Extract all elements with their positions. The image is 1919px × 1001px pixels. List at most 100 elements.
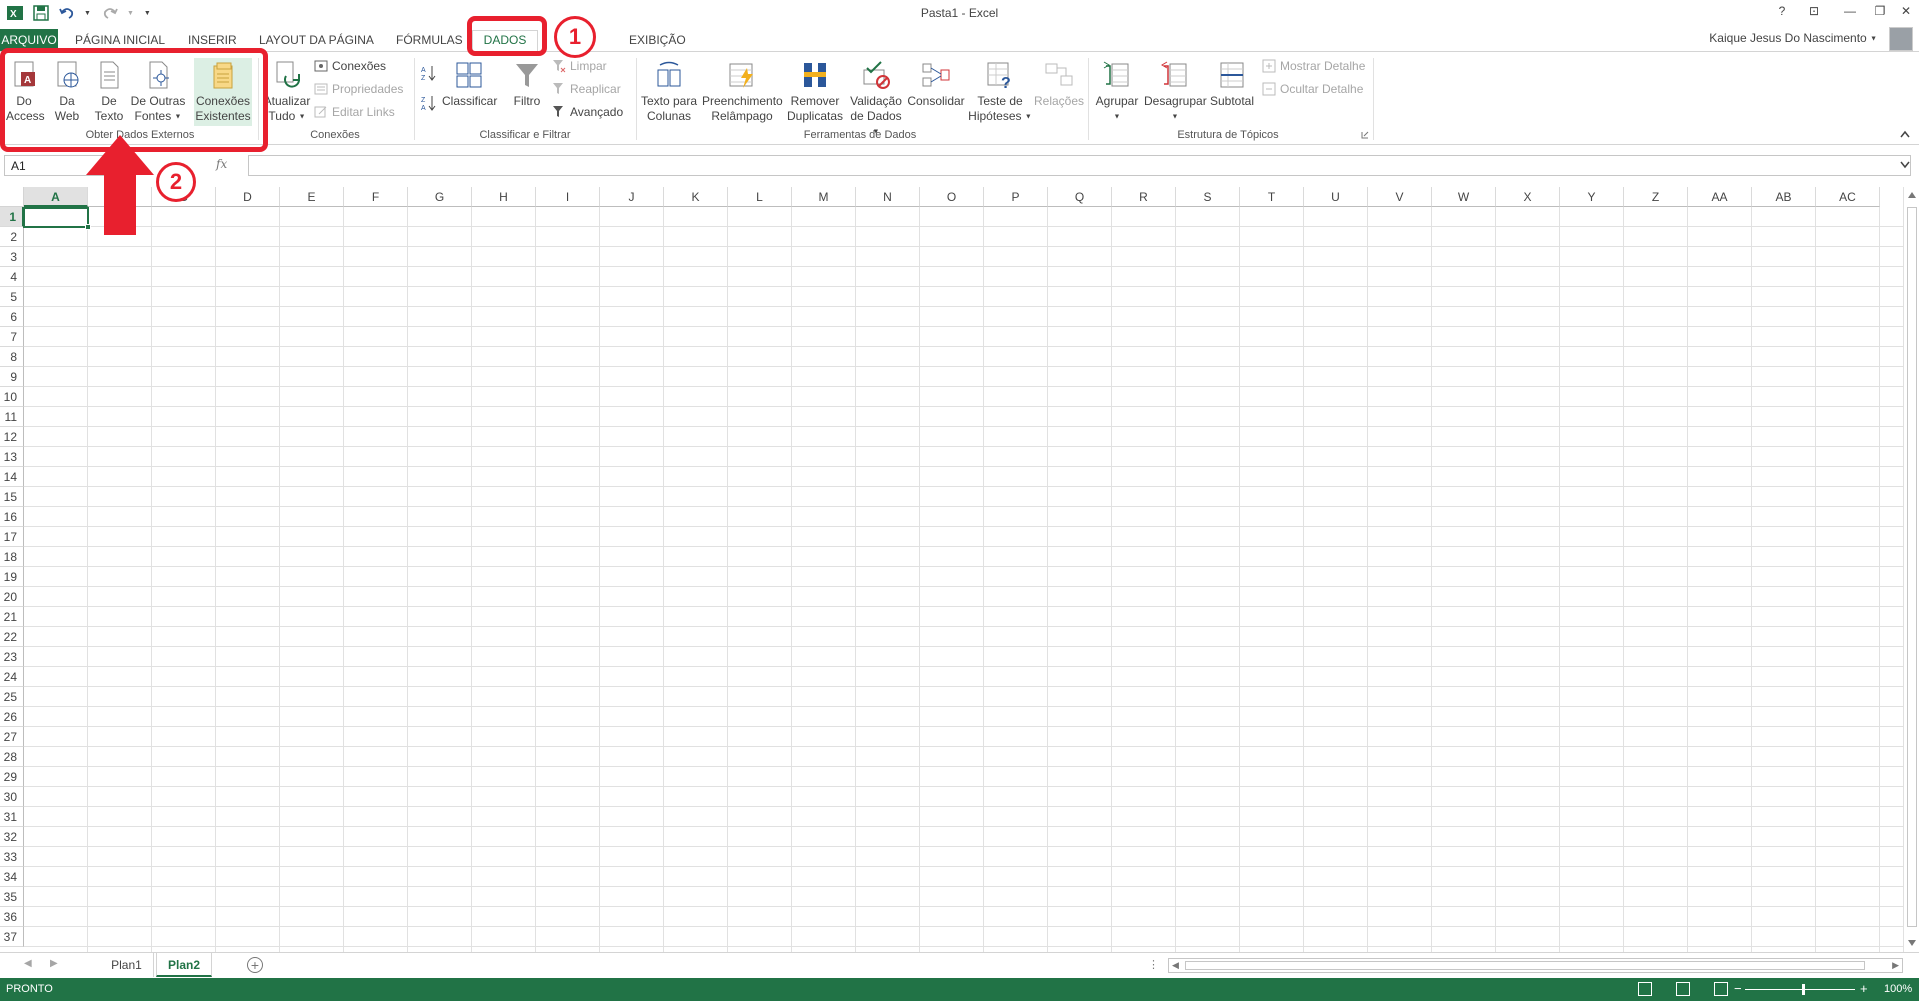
row-header[interactable]: 27 bbox=[0, 727, 24, 747]
user-name[interactable]: Kaique Jesus Do Nascimento ▼ bbox=[1709, 31, 1877, 45]
consolidar-button[interactable]: Consolidar bbox=[906, 60, 966, 109]
column-header[interactable]: L bbox=[728, 187, 792, 207]
row-header[interactable]: 29 bbox=[0, 767, 24, 787]
scroll-up-icon[interactable] bbox=[1907, 191, 1917, 199]
column-header[interactable]: O bbox=[920, 187, 984, 207]
row-header[interactable]: 36 bbox=[0, 907, 24, 927]
cell-area[interactable] bbox=[24, 207, 1903, 952]
column-header[interactable]: AC bbox=[1816, 187, 1880, 207]
zoom-slider[interactable] bbox=[1745, 989, 1855, 990]
row-header[interactable]: 10 bbox=[0, 387, 24, 407]
column-header[interactable]: Q bbox=[1048, 187, 1112, 207]
column-header[interactable]: W bbox=[1432, 187, 1496, 207]
column-header[interactable]: H bbox=[472, 187, 536, 207]
column-header[interactable]: S bbox=[1176, 187, 1240, 207]
row-header[interactable]: 31 bbox=[0, 807, 24, 827]
row-header[interactable]: 17 bbox=[0, 527, 24, 547]
teste-de-hipoteses-button[interactable]: ? Teste de Hipóteses ▼ bbox=[968, 60, 1032, 124]
row-header[interactable]: 2 bbox=[0, 227, 24, 247]
subtotal-button[interactable]: Subtotal bbox=[1208, 60, 1256, 109]
row-header[interactable]: 28 bbox=[0, 747, 24, 767]
sort-a-to-z-icon[interactable]: AZ bbox=[420, 64, 438, 82]
column-header[interactable]: N bbox=[856, 187, 920, 207]
row-header[interactable]: 13 bbox=[0, 447, 24, 467]
sheet-tab-plan2[interactable]: Plan2 bbox=[156, 953, 212, 977]
ocultar-detalhe-button[interactable]: Ocultar Detalhe bbox=[1262, 80, 1363, 98]
row-header[interactable]: 7 bbox=[0, 327, 24, 347]
scroll-down-icon[interactable] bbox=[1907, 939, 1917, 947]
expand-formula-bar-icon[interactable] bbox=[1900, 161, 1910, 169]
column-header[interactable]: T bbox=[1240, 187, 1304, 207]
column-header[interactable]: U bbox=[1304, 187, 1368, 207]
next-sheet-icon[interactable]: ▶ bbox=[50, 958, 58, 969]
classificar-button[interactable]: Classificar bbox=[442, 60, 497, 109]
restore-button[interactable]: ❐ bbox=[1866, 4, 1894, 22]
tab-layout-da-pagina[interactable]: LAYOUT DA PÁGINA bbox=[259, 31, 374, 50]
column-header[interactable]: X bbox=[1496, 187, 1560, 207]
minimize-button[interactable]: — bbox=[1836, 4, 1864, 22]
column-header[interactable]: D bbox=[216, 187, 280, 207]
zoom-level[interactable]: 100% bbox=[1884, 983, 1912, 995]
row-header[interactable]: 16 bbox=[0, 507, 24, 527]
row-header[interactable]: 11 bbox=[0, 407, 24, 427]
editar-links-button[interactable]: Editar Links bbox=[314, 103, 395, 121]
insert-function-button[interactable]: fx bbox=[216, 157, 227, 171]
tab-split-handle-icon[interactable]: ⋮ bbox=[1148, 958, 1159, 971]
column-header[interactable]: AA bbox=[1688, 187, 1752, 207]
active-cell-a1[interactable] bbox=[23, 207, 89, 228]
vertical-scroll-thumb[interactable] bbox=[1907, 207, 1917, 927]
row-header[interactable]: 30 bbox=[0, 787, 24, 807]
sort-z-to-a-icon[interactable]: ZA bbox=[420, 94, 438, 112]
limpar-button[interactable]: Limpar bbox=[552, 57, 607, 75]
mostrar-detalhe-button[interactable]: Mostrar Detalhe bbox=[1262, 57, 1365, 75]
column-header[interactable]: E bbox=[280, 187, 344, 207]
row-header[interactable]: 14 bbox=[0, 467, 24, 487]
desagrupar-button[interactable]: Desagrupar ▼ bbox=[1144, 60, 1207, 124]
column-header[interactable]: F bbox=[344, 187, 408, 207]
ribbon-display-options-icon[interactable]: ⊡ bbox=[1800, 4, 1828, 22]
row-header[interactable]: 9 bbox=[0, 367, 24, 387]
row-header[interactable]: 1 bbox=[0, 207, 24, 227]
column-header[interactable]: V bbox=[1368, 187, 1432, 207]
validacao-de-dados-button[interactable]: Validação de Dados ▼ bbox=[848, 60, 904, 139]
row-header[interactable]: 23 bbox=[0, 647, 24, 667]
row-header[interactable]: 32 bbox=[0, 827, 24, 847]
zoom-slider-thumb[interactable] bbox=[1802, 984, 1805, 995]
add-sheet-button[interactable]: + bbox=[247, 957, 263, 973]
horizontal-scrollbar[interactable]: ◀ ▶ bbox=[1168, 958, 1903, 973]
column-header[interactable]: I bbox=[536, 187, 600, 207]
page-layout-view-icon[interactable] bbox=[1676, 982, 1690, 996]
column-header[interactable]: P bbox=[984, 187, 1048, 207]
column-header[interactable]: K bbox=[664, 187, 728, 207]
remover-duplicatas-button[interactable]: Remover Duplicatas bbox=[784, 60, 846, 124]
column-header[interactable]: A bbox=[24, 187, 88, 207]
row-header[interactable]: 22 bbox=[0, 627, 24, 647]
row-header[interactable]: 5 bbox=[0, 287, 24, 307]
preenchimento-relampago-button[interactable]: Preenchimento Relâmpago bbox=[702, 60, 783, 124]
row-header[interactable]: 20 bbox=[0, 587, 24, 607]
formula-input[interactable] bbox=[248, 155, 1911, 176]
help-button[interactable]: ? bbox=[1768, 4, 1796, 22]
tab-exibicao[interactable]: EXIBIÇÃO bbox=[629, 31, 686, 50]
vertical-scrollbar[interactable] bbox=[1903, 187, 1919, 952]
propriedades-button[interactable]: Propriedades bbox=[314, 80, 403, 98]
column-header[interactable]: M bbox=[792, 187, 856, 207]
row-header[interactable]: 25 bbox=[0, 687, 24, 707]
texto-para-colunas-button[interactable]: Texto para Colunas bbox=[640, 60, 698, 124]
row-header[interactable]: 8 bbox=[0, 347, 24, 367]
row-header[interactable]: 37 bbox=[0, 927, 24, 947]
row-header[interactable]: 33 bbox=[0, 847, 24, 867]
tab-formulas[interactable]: FÓRMULAS bbox=[396, 31, 463, 50]
agrupar-button[interactable]: Agrupar ▼ bbox=[1092, 60, 1142, 124]
row-header[interactable]: 4 bbox=[0, 267, 24, 287]
row-header[interactable]: 12 bbox=[0, 427, 24, 447]
row-header[interactable]: 24 bbox=[0, 667, 24, 687]
column-header[interactable]: Z bbox=[1624, 187, 1688, 207]
row-header[interactable]: 34 bbox=[0, 867, 24, 887]
row-header[interactable]: 21 bbox=[0, 607, 24, 627]
conexoes-button[interactable]: Conexões bbox=[314, 57, 386, 75]
avatar[interactable] bbox=[1889, 27, 1913, 51]
scroll-left-icon[interactable]: ◀ bbox=[1172, 960, 1179, 971]
avancado-button[interactable]: Avançado bbox=[552, 103, 623, 121]
scroll-right-icon[interactable]: ▶ bbox=[1892, 960, 1899, 971]
